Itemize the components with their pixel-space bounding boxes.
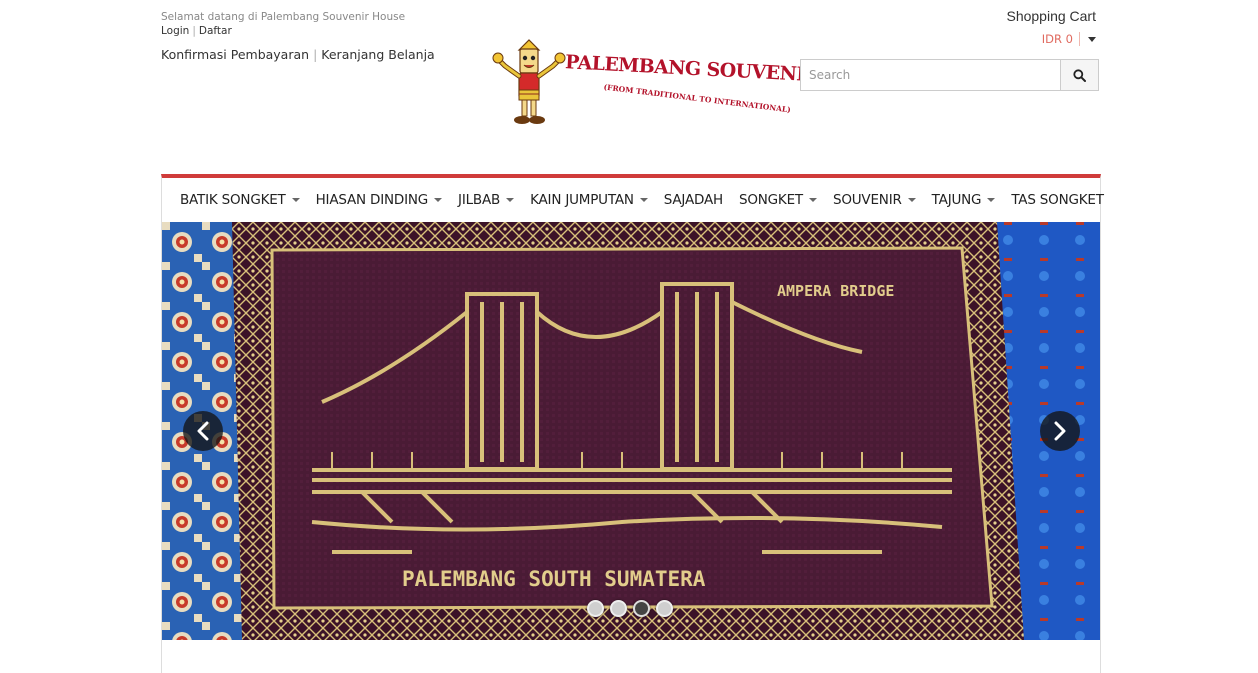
chevron-left-icon bbox=[197, 421, 209, 441]
slider-prev-button[interactable] bbox=[183, 411, 223, 451]
dropdown-caret-icon bbox=[291, 198, 300, 202]
nav-item-tajung[interactable]: TAJUNG bbox=[924, 192, 1004, 208]
cart-summary[interactable]: IDR 0 bbox=[1042, 32, 1096, 46]
slide-text-ampera: AMPERA BRIDGE bbox=[777, 282, 894, 300]
site-logo[interactable]: PALEMBANG SOUVENIR HOUSE (FROM TRADITION… bbox=[491, 38, 902, 128]
dropdown-caret-icon bbox=[506, 198, 515, 202]
shopping-bag-link[interactable]: Keranjang Belanja bbox=[321, 47, 434, 62]
logo-tagline: (FROM TRADITIONAL TO INTERNATIONAL) bbox=[603, 82, 792, 115]
dropdown-caret-icon bbox=[808, 198, 817, 202]
auth-links: Login | Daftar bbox=[161, 24, 435, 38]
mascot-logo-icon bbox=[492, 39, 566, 124]
slider-pagination bbox=[587, 600, 673, 617]
nav-item-kain-jumputan[interactable]: KAIN JUMPUTAN bbox=[522, 192, 656, 208]
nav-item-sajadah[interactable]: SAJADAH bbox=[656, 192, 731, 208]
nav-item-label: KAIN JUMPUTAN bbox=[530, 192, 634, 208]
search-button[interactable] bbox=[1060, 59, 1099, 91]
category-menu: BATIK SONGKET HIASAN DINDING JILBAB KAIN JU… bbox=[162, 178, 1104, 222]
welcome-text: Selamat datang di Palembang Souvenir Hou… bbox=[161, 11, 406, 23]
search-icon bbox=[1073, 68, 1086, 82]
chevron-right-icon bbox=[1054, 421, 1066, 441]
cart-dropdown-caret-icon[interactable] bbox=[1088, 36, 1096, 42]
dropdown-caret-icon bbox=[434, 198, 443, 202]
main-navigation: BATIK SONGKET HIASAN DINDING JILBAB KAIN JU… bbox=[161, 174, 1104, 222]
register-link[interactable]: Daftar bbox=[199, 25, 232, 37]
nav-item-label: BATIK SONGKET bbox=[180, 192, 286, 208]
nav-item-batik-songket[interactable]: BATIK SONGKET bbox=[172, 192, 308, 208]
dropdown-caret-icon bbox=[639, 198, 648, 202]
content-area bbox=[161, 640, 1101, 673]
nav-item-label: TAS SONGKET bbox=[1011, 192, 1104, 208]
slider-dot[interactable] bbox=[587, 600, 604, 617]
search-input[interactable] bbox=[800, 59, 1060, 91]
nav-item-label: JILBAB bbox=[458, 192, 501, 208]
nav-item-label: HIASAN DINDING bbox=[315, 192, 429, 208]
quick-links-separator: | bbox=[313, 47, 318, 62]
login-link[interactable]: Login bbox=[161, 25, 189, 37]
dropdown-caret-icon bbox=[987, 198, 996, 202]
slider-dot[interactable] bbox=[633, 600, 650, 617]
shopping-cart-title[interactable]: Shopping Cart bbox=[1006, 8, 1096, 24]
nav-item-hiasan-dinding[interactable]: HIASAN DINDING bbox=[308, 192, 450, 208]
nav-item-label: SONGKET bbox=[738, 192, 803, 208]
quick-links: Konfirmasi Pembayaran | Keranjang Belanja bbox=[161, 47, 435, 62]
slider-next-button[interactable] bbox=[1040, 411, 1080, 451]
payment-confirm-link[interactable]: Konfirmasi Pembayaran bbox=[161, 47, 309, 62]
nav-item-label: TAJUNG bbox=[931, 192, 982, 208]
dropdown-caret-icon bbox=[907, 198, 916, 202]
search-bar bbox=[800, 59, 1099, 91]
slide-image: AMPERA BRIDGE PALEMBANG SOUTH SUMATERA bbox=[162, 222, 1100, 640]
nav-item-label: SOUVENIR bbox=[832, 192, 902, 208]
top-left-links: Selamat datang di Palembang Souvenir Hou… bbox=[161, 11, 435, 62]
nav-item-tas-songket[interactable]: TAS SONGKET bbox=[1003, 192, 1111, 208]
hero-slider: AMPERA BRIDGE PALEMBANG SOUTH SUMATERA bbox=[161, 222, 1101, 640]
slider-dot[interactable] bbox=[656, 600, 673, 617]
nav-item-label: SAJADAH bbox=[663, 192, 723, 208]
nav-item-souvenir[interactable]: SOUVENIR bbox=[825, 192, 924, 208]
cart-amount: IDR 0 bbox=[1042, 32, 1080, 46]
nav-item-jilbab[interactable]: JILBAB bbox=[450, 192, 522, 208]
slide-text-palembang: PALEMBANG SOUTH SUMATERA bbox=[402, 567, 706, 591]
nav-item-songket[interactable]: SONGKET bbox=[731, 192, 825, 208]
auth-separator: | bbox=[192, 25, 196, 37]
slider-dot[interactable] bbox=[610, 600, 627, 617]
